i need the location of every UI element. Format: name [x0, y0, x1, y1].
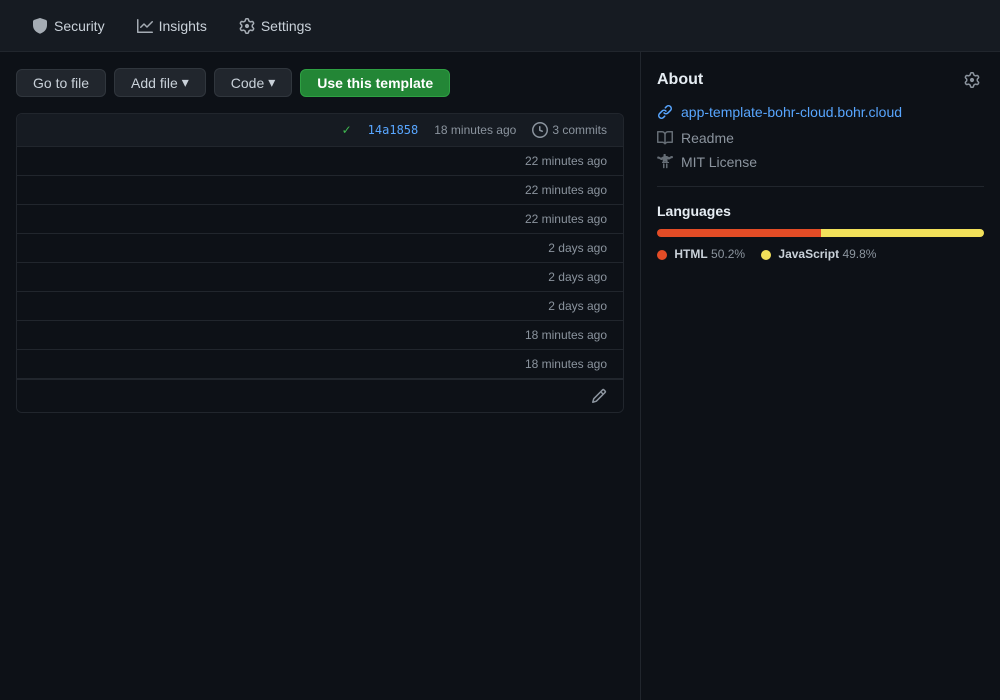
table-row: 22 minutes ago	[17, 205, 623, 234]
nav-settings-label: Settings	[261, 18, 312, 34]
code-button[interactable]: Code ▾	[214, 68, 293, 97]
file-time: 2 days ago	[548, 241, 607, 255]
main-container: Go to file Add file ▾ Code ▾ Use this te…	[0, 52, 1000, 700]
use-template-container: Use this template	[300, 69, 450, 97]
add-file-button[interactable]: Add file ▾	[114, 68, 206, 97]
table-row: 2 days ago	[17, 292, 623, 321]
book-icon	[657, 130, 673, 146]
about-title: About	[657, 71, 703, 89]
js-bar-segment	[821, 229, 984, 237]
table-row: 22 minutes ago	[17, 147, 623, 176]
file-time: 2 days ago	[548, 270, 607, 284]
pencil-icon[interactable]	[591, 388, 607, 404]
add-file-chevron-icon: ▾	[182, 74, 189, 91]
table-row: 2 days ago	[17, 263, 623, 292]
nav-bar: Security Insights Settings	[0, 0, 1000, 52]
nav-item-security[interactable]: Security	[16, 10, 121, 42]
html-dot	[657, 250, 667, 260]
about-divider	[657, 186, 984, 187]
right-panel: About app-template-bohr-cloud.bohr.cloud…	[640, 52, 1000, 700]
file-table: ✓ 14a1858 18 minutes ago 3 commits 22 mi…	[16, 113, 624, 413]
html-lang-name: HTML	[674, 247, 707, 261]
clock-icon	[532, 122, 548, 138]
commit-time: 18 minutes ago	[434, 123, 516, 137]
file-time: 22 minutes ago	[525, 183, 607, 197]
language-bar	[657, 229, 984, 237]
table-row: 2 days ago	[17, 234, 623, 263]
file-time: 2 days ago	[548, 299, 607, 313]
js-legend-item: JavaScript 49.8%	[761, 247, 876, 261]
nav-item-settings[interactable]: Settings	[223, 10, 328, 42]
about-gear-icon	[964, 72, 980, 88]
law-icon	[657, 154, 673, 170]
table-row: 18 minutes ago	[17, 321, 623, 350]
graph-icon	[137, 18, 153, 34]
readme-item: Readme	[657, 130, 984, 146]
about-header: About	[657, 68, 984, 92]
left-panel: Go to file Add file ▾ Code ▾ Use this te…	[0, 52, 640, 700]
shield-icon	[32, 18, 48, 34]
nav-insights-label: Insights	[159, 18, 207, 34]
toolbar: Go to file Add file ▾ Code ▾ Use this te…	[16, 68, 624, 97]
nav-security-label: Security	[54, 18, 105, 34]
js-lang-percent: 49.8%	[842, 247, 876, 261]
red-arrow-annotation	[320, 52, 400, 64]
language-legend: HTML 50.2% JavaScript 49.8%	[657, 247, 984, 261]
table-row: 22 minutes ago	[17, 176, 623, 205]
js-lang-name: JavaScript	[778, 247, 839, 261]
commit-header-row: ✓ 14a1858 18 minutes ago 3 commits	[17, 114, 623, 147]
file-time: 18 minutes ago	[525, 328, 607, 342]
about-settings-button[interactable]	[960, 68, 984, 92]
commit-hash[interactable]: 14a1858	[368, 123, 419, 137]
code-chevron-icon: ▾	[268, 74, 275, 91]
link-icon	[657, 104, 673, 120]
go-to-file-button[interactable]: Go to file	[16, 69, 106, 97]
file-time: 18 minutes ago	[525, 357, 607, 371]
license-item: MIT License	[657, 154, 984, 170]
use-template-button[interactable]: Use this template	[300, 69, 450, 97]
commit-check-icon: ✓	[342, 123, 352, 137]
table-row: 18 minutes ago	[17, 350, 623, 379]
edit-row	[17, 379, 623, 412]
file-time: 22 minutes ago	[525, 212, 607, 226]
settings-gear-icon	[239, 18, 255, 34]
languages-section: Languages HTML 50.2% JavaScript 49.8%	[657, 203, 984, 261]
js-dot	[761, 250, 771, 260]
repo-link[interactable]: app-template-bohr-cloud.bohr.cloud	[657, 104, 984, 120]
html-bar-segment	[657, 229, 821, 237]
commit-count: 3 commits	[532, 122, 607, 138]
nav-item-insights[interactable]: Insights	[121, 10, 223, 42]
html-lang-percent: 50.2%	[711, 247, 745, 261]
html-legend-item: HTML 50.2%	[657, 247, 745, 261]
languages-title: Languages	[657, 203, 984, 219]
file-time: 22 minutes ago	[525, 154, 607, 168]
